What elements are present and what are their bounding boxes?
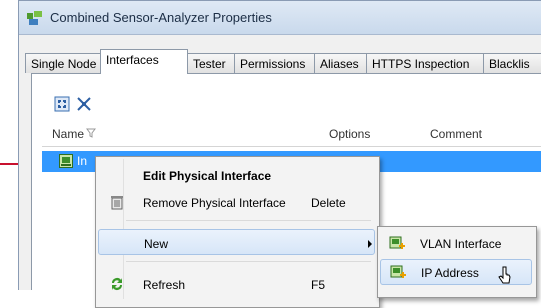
delete-icon <box>111 196 123 210</box>
tab-https-inspection[interactable]: HTTPS Inspection <box>366 53 484 73</box>
new-submenu: VLAN Interface IP Address <box>377 226 537 298</box>
tab-single-node[interactable]: Single Node <box>25 53 101 73</box>
tab-blacklist[interactable]: Blacklis <box>483 53 541 73</box>
menu-separator <box>126 220 371 221</box>
submenu-item-vlan-interface[interactable]: VLAN Interface <box>380 231 532 257</box>
menu-item-edit-physical-interface[interactable]: Edit Physical Interface <box>98 162 375 188</box>
title-bar[interactable]: Combined Sensor-Analyzer Properties <box>19 1 541 35</box>
expand-all-icon[interactable] <box>54 96 70 112</box>
physical-interface-icon <box>59 154 73 168</box>
table-header: Name Options Comment <box>42 121 541 147</box>
submenu-arrow-icon <box>368 240 372 248</box>
menu-item-new[interactable]: New <box>98 229 375 255</box>
menu-item-remove-physical-interface[interactable]: Remove Physical Interface Delete <box>98 189 375 215</box>
menu-item-shortcut: F5 <box>311 278 326 292</box>
menu-separator <box>126 261 371 262</box>
refresh-icon <box>112 278 122 290</box>
filter-icon[interactable] <box>86 128 96 138</box>
window-title: Combined Sensor-Analyzer Properties <box>50 10 272 25</box>
submenu-item-label: IP Address <box>421 266 479 280</box>
mouse-pointer-icon <box>498 266 511 284</box>
menu-item-label: Refresh <box>143 278 186 292</box>
app-icon <box>27 11 42 25</box>
tab-interfaces[interactable]: Interfaces <box>100 49 188 74</box>
menu-item-label: Remove Physical Interface <box>143 196 286 210</box>
tab-tester[interactable]: Tester <box>187 53 235 73</box>
row-name: In <box>77 154 88 168</box>
menu-item-shortcut: Delete <box>311 196 346 210</box>
menu-item-label: Edit Physical Interface <box>143 169 272 183</box>
submenu-item-label: VLAN Interface <box>420 237 502 251</box>
menu-item-label: New <box>144 237 169 251</box>
column-comment[interactable]: Comment <box>430 127 482 141</box>
tab-permissions[interactable]: Permissions <box>234 53 315 73</box>
menu-item-refresh[interactable]: Refresh F5 <box>98 271 375 297</box>
ip-address-icon <box>390 265 406 278</box>
tab-aliases[interactable]: Aliases <box>314 53 367 73</box>
column-options[interactable]: Options <box>329 127 370 141</box>
collapse-all-icon[interactable] <box>76 96 92 112</box>
vlan-interface-icon <box>389 236 405 249</box>
context-menu: Edit Physical Interface Remove Physical … <box>95 156 380 308</box>
tab-strip: Single Node Interfaces Tester Permission… <box>19 47 541 74</box>
column-name[interactable]: Name <box>52 127 84 141</box>
